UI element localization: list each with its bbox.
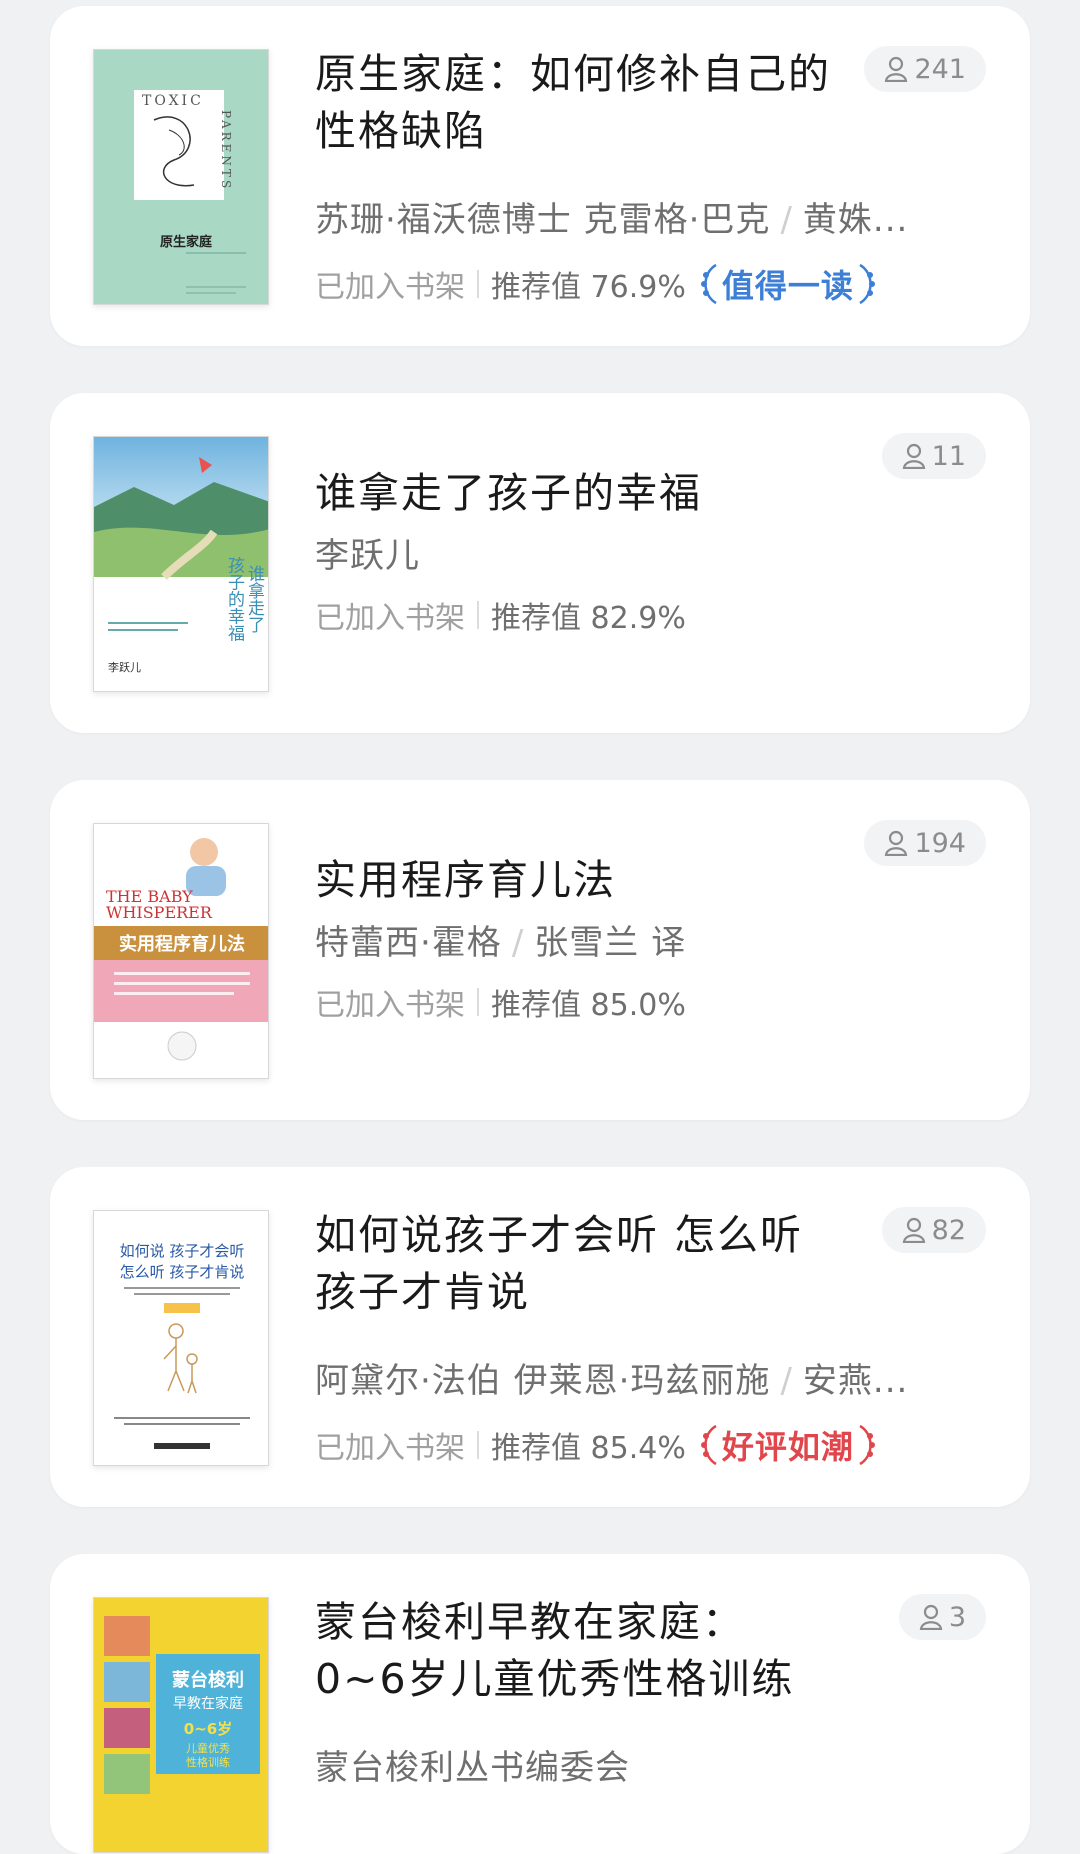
meta-divider (477, 270, 479, 298)
book-card[interactable]: THE BABY WHISPERER 实用程序育儿法 实用程序育儿法 特蕾西·霍… (50, 780, 1030, 1120)
laurel-right-icon (859, 1424, 875, 1466)
book-cover[interactable]: 谁拿走了 孩子的幸福 李跃儿 (93, 436, 269, 692)
book-author: 蒙台梭利丛书编委会 (315, 1748, 630, 1788)
book-title[interactable]: 如何说孩子才会听 怎么听孩子才肯说 (315, 1207, 835, 1321)
reader-count: 82 (881, 1207, 986, 1253)
recommend-value: 推荐值 85.4% (491, 1431, 686, 1466)
meta-divider (477, 988, 479, 1016)
book-author: 苏珊·福沃德博士 克雷格·巴克 (315, 200, 771, 240)
book-card[interactable]: 蒙台梭利 早教在家庭 0~6岁 儿童优秀 性格训练 蒙台梭利早教在家庭： 0~6… (50, 1554, 1030, 1854)
book-cover-art: THE BABY WHISPERER 实用程序育儿法 (94, 824, 268, 1078)
recommend-value: 推荐值 85.0% (491, 988, 686, 1023)
svg-text:性格训练: 性格训练 (186, 1755, 230, 1769)
svg-text:PARENTS: PARENTS (219, 110, 233, 191)
book-card[interactable]: TOXIC PARENTS 原生家庭 原生家庭：如何修补自己的性格缺陷 苏珊·福… (50, 6, 1030, 346)
book-cover-art: 谁拿走了 孩子的幸福 李跃儿 (94, 437, 268, 691)
book-author: 李跃儿 (315, 536, 420, 576)
person-icon (902, 1217, 925, 1243)
book-cover[interactable]: THE BABY WHISPERER 实用程序育儿法 (93, 823, 269, 1079)
book-meta: 已加入书架 推荐值 85.0% (315, 980, 686, 1024)
book-title[interactable]: 原生家庭：如何修补自己的性格缺陷 (315, 46, 835, 160)
badge-label: 值得一读 (721, 267, 854, 305)
recommend-value: 推荐值 76.9% (491, 270, 686, 305)
reader-count-value: 3 (948, 1601, 966, 1633)
shelf-status: 已加入书架 (315, 270, 465, 305)
reader-count-value: 194 (914, 827, 966, 859)
book-meta: 已加入书架 推荐值 85.4% 好评如潮 (315, 1422, 880, 1468)
book-cover-art: 如何说 孩子才会听 怎么听 孩子才肯说 (94, 1211, 268, 1465)
recommend-value: 推荐值 82.9% (491, 601, 686, 636)
book-cover-art: 蒙台梭利 早教在家庭 0~6岁 儿童优秀 性格训练 (94, 1598, 268, 1852)
cover-author: 李跃儿 (108, 660, 141, 674)
book-author: 特蕾西·霍格 (315, 923, 502, 963)
svg-text:孩子的幸福: 孩子的幸福 (224, 556, 245, 641)
svg-text:0~6岁: 0~6岁 (184, 1720, 232, 1738)
book-translator: 安燕... (802, 1361, 909, 1401)
book-authors: 特蕾西·霍格 / 张雪兰 译 (315, 923, 687, 963)
book-title-line: 蒙台梭利早教在家庭： (315, 1598, 745, 1646)
book-cover[interactable]: 如何说 孩子才会听 怎么听 孩子才肯说 (93, 1210, 269, 1466)
book-cover-art: TOXIC PARENTS 原生家庭 (94, 50, 268, 304)
book-title[interactable]: 蒙台梭利早教在家庭： 0~6岁儿童优秀性格训练 (315, 1594, 835, 1708)
person-icon (885, 56, 908, 82)
cover-en-title: TOXIC (142, 93, 204, 109)
reader-count: 3 (898, 1594, 986, 1640)
cover-title: 实用程序育儿法 (119, 933, 245, 955)
reader-count: 11 (881, 433, 986, 479)
book-card[interactable]: 谁拿走了 孩子的幸福 李跃儿 谁拿走了孩子的幸福 李跃儿 已加入书架 推荐值 8… (50, 393, 1030, 733)
book-title[interactable]: 实用程序育儿法 (315, 852, 835, 909)
cover-title: 原生家庭 (160, 234, 213, 250)
person-icon (885, 830, 908, 856)
book-card[interactable]: 如何说 孩子才会听 怎么听 孩子才肯说 如何说孩子才会听 怎么听孩子才肯说 阿黛… (50, 1167, 1030, 1507)
laurel-right-icon (859, 263, 875, 305)
cover-title: 谁拿走了 (244, 565, 265, 633)
svg-text:WHISPERER: WHISPERER (106, 903, 213, 922)
book-meta: 已加入书架 推荐值 82.9% (315, 593, 686, 637)
book-meta: 已加入书架 推荐值 76.9% 值得一读 (315, 261, 880, 307)
reader-count-value: 11 (931, 440, 966, 472)
book-cover[interactable]: TOXIC PARENTS 原生家庭 (93, 49, 269, 305)
book-author: 阿黛尔·法伯 伊莱恩·玛兹丽施 (315, 1361, 771, 1401)
book-translator: 黄姝... (802, 200, 909, 240)
person-icon (919, 1604, 943, 1630)
shelf-status: 已加入书架 (315, 1431, 465, 1466)
badge-label: 好评如潮 (721, 1428, 854, 1466)
laurel-left-icon (700, 1424, 717, 1466)
book-title-line: 0~6岁儿童优秀性格训练 (315, 1655, 795, 1703)
reader-count: 194 (864, 820, 986, 866)
reader-count-value: 82 (931, 1214, 966, 1246)
cover-title: 蒙台梭利 (172, 1669, 244, 1691)
book-authors: 李跃儿 (315, 528, 420, 577)
shelf-status: 已加入书架 (315, 988, 465, 1023)
svg-text:儿童优秀: 儿童优秀 (186, 1741, 230, 1755)
book-list: TOXIC PARENTS 原生家庭 原生家庭：如何修补自己的性格缺陷 苏珊·福… (0, 0, 1080, 1854)
laurel-left-icon (700, 263, 717, 305)
badge-highly-rated: 好评如潮 (696, 1422, 880, 1468)
reader-count-value: 241 (914, 53, 966, 85)
svg-text:怎么听 孩子才肯说: 怎么听 孩子才肯说 (120, 1263, 245, 1281)
person-icon (902, 443, 925, 469)
reader-count: 241 (864, 46, 986, 92)
badge-worth-reading: 值得一读 (696, 261, 880, 307)
book-title[interactable]: 谁拿走了孩子的幸福 (315, 465, 835, 522)
book-authors: 阿黛尔·法伯 伊莱恩·玛兹丽施 / 安燕... (315, 1361, 909, 1401)
cover-title: 如何说 孩子才会听 (120, 1242, 245, 1260)
book-translator: 张雪兰 译 (534, 923, 687, 963)
book-cover[interactable]: 蒙台梭利 早教在家庭 0~6岁 儿童优秀 性格训练 (93, 1597, 269, 1853)
meta-divider (477, 601, 479, 629)
svg-text:早教在家庭: 早教在家庭 (173, 1695, 243, 1712)
meta-divider (477, 1431, 479, 1459)
shelf-status: 已加入书架 (315, 601, 465, 636)
book-authors: 蒙台梭利丛书编委会 (315, 1740, 630, 1789)
book-authors: 苏珊·福沃德博士 克雷格·巴克 / 黄姝... (315, 200, 909, 240)
